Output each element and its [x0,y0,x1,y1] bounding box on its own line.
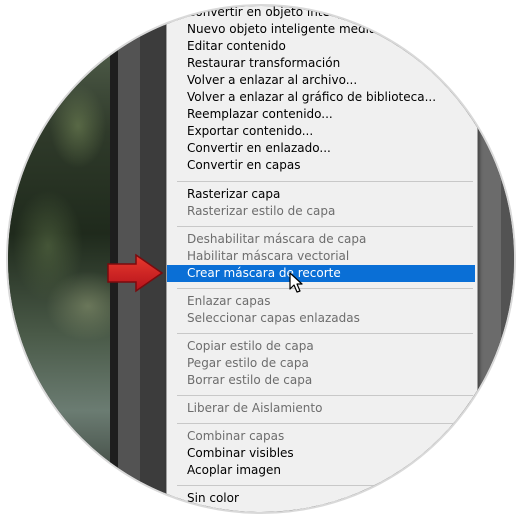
layer-context-menu: Convertir en objeto inteligente Nuevo ob… [166,6,478,512]
menu-item-volver-enlazar-biblioteca[interactable]: Volver a enlazar al gráfico de bibliotec… [167,89,477,106]
menu-item-convertir-objeto-inteligente[interactable]: Convertir en objeto inteligente [167,6,477,21]
menu-item-convertir-enlazado[interactable]: Convertir en enlazado... [167,140,477,157]
menu-item-reemplazar-contenido[interactable]: Reemplazar contenido... [167,106,477,123]
menu-separator [177,333,473,334]
menu-item-rasterizar-estilo[interactable]: Rasterizar estilo de capa [167,203,477,220]
circular-crop-frame: Convertir en objeto inteligente Nuevo ob… [6,4,516,514]
menu-item-convertir-capas[interactable]: Convertir en capas [167,157,477,174]
menu-item-rasterizar-capa[interactable]: Rasterizar capa [167,186,477,203]
menu-separator [177,181,473,182]
canvas-photo [8,6,120,512]
menu-item-pegar-estilo[interactable]: Pegar estilo de capa [167,355,477,372]
menu-separator [177,226,473,227]
menu-item-editar-contenido[interactable]: Editar contenido [167,38,477,55]
menu-item-combinar-visibles[interactable]: Combinar visibles [167,445,477,462]
mouse-cursor-icon [289,272,303,293]
menu-separator [177,423,473,424]
menu-item-combinar-capas[interactable]: Combinar capas [167,428,477,445]
menu-item-deshabilitar-mascara-capa[interactable]: Deshabilitar máscara de capa [167,231,477,248]
menu-item-seleccionar-capas-enlazadas[interactable]: Seleccionar capas enlazadas [167,310,477,327]
menu-item-copiar-estilo[interactable]: Copiar estilo de capa [167,338,477,355]
menu-separator [177,485,473,486]
menu-item-liberar-aislamiento[interactable]: Liberar de Aislamiento [167,400,477,417]
menu-separator [177,395,473,396]
menu-item-enlazar-capas[interactable]: Enlazar capas [167,293,477,310]
menu-item-borrar-estilo[interactable]: Borrar estilo de capa [167,372,477,389]
right-scrollbar[interactable] [474,58,501,458]
menu-item-acoplar-imagen[interactable]: Acoplar imagen [167,462,477,479]
menu-separator [177,288,473,289]
menu-item-sin-color[interactable]: Sin color [167,490,477,507]
menu-item-restaurar-transformacion[interactable]: Restaurar transformación [167,55,477,72]
menu-item-exportar-contenido[interactable]: Exportar contenido... [167,123,477,140]
menu-item-nuevo-objeto-inteligente[interactable]: Nuevo objeto inteligente mediante copia [167,21,477,38]
menu-item-crear-mascara-recorte[interactable]: Crear máscara de recorte [167,265,475,282]
menu-item-volver-enlazar-archivo[interactable]: Volver a enlazar al archivo... [167,72,477,89]
menu-item-habilitar-mascara-vectorial[interactable]: Habilitar máscara vectorial [167,248,477,265]
red-arrow-icon [107,253,164,293]
